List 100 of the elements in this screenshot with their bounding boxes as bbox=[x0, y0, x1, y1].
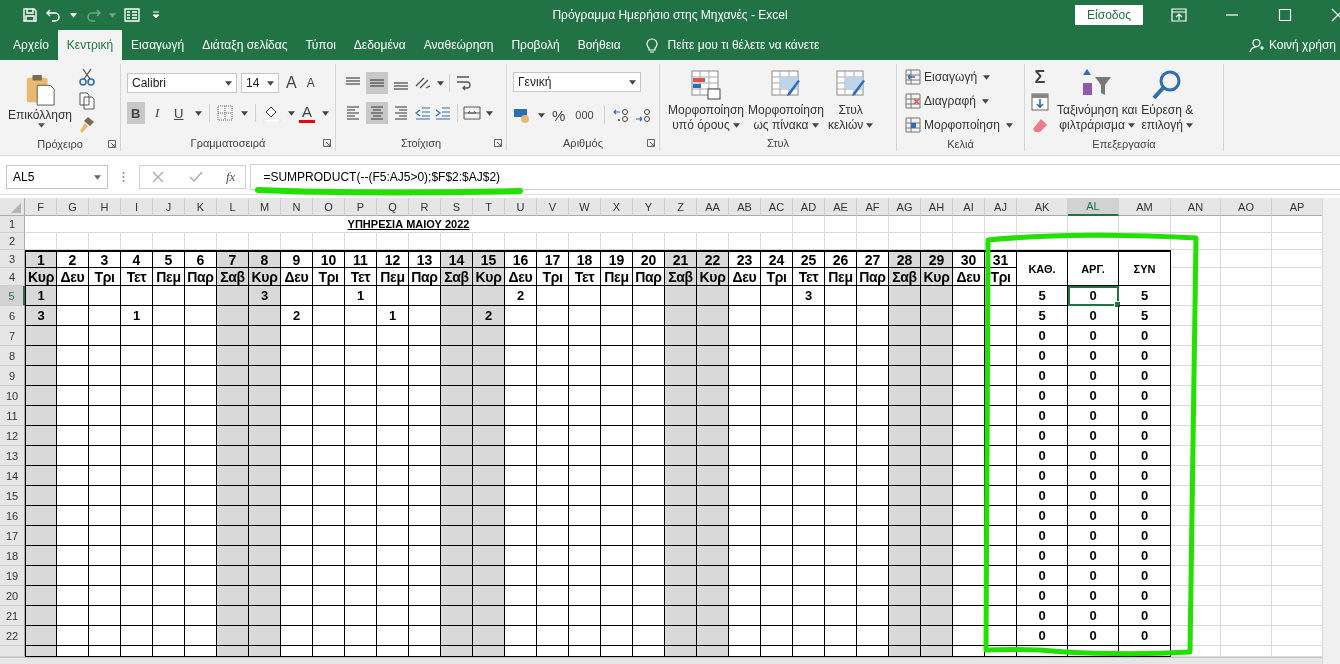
column-header[interactable]: V bbox=[537, 198, 569, 216]
wrap-text-icon[interactable] bbox=[455, 74, 473, 92]
caret-icon[interactable] bbox=[288, 110, 295, 116]
column-header[interactable]: AE bbox=[825, 198, 857, 216]
increase-indent-icon[interactable] bbox=[434, 104, 452, 122]
ribbon-tab[interactable]: Κεντρική bbox=[57, 30, 123, 60]
font-size-field[interactable]: 14 bbox=[241, 73, 279, 93]
editing-button[interactable]: Ταξινόμηση και φιλτράρισμα bbox=[1055, 67, 1140, 135]
row-header[interactable]: 9 bbox=[0, 366, 25, 386]
decrease-decimal-icon[interactable] bbox=[633, 106, 652, 124]
ribbon-tab[interactable]: Αναθεώρηση bbox=[414, 30, 503, 60]
font-color-button[interactable]: A bbox=[299, 103, 315, 123]
editing-button[interactable]: Εύρεση & επιλογή bbox=[1139, 67, 1196, 135]
currency-icon[interactable] bbox=[513, 106, 531, 124]
percent-button[interactable]: % bbox=[549, 104, 569, 126]
row-header[interactable]: 2 bbox=[0, 233, 25, 250]
row-header[interactable]: 19 bbox=[0, 566, 25, 586]
caret-icon[interactable] bbox=[437, 80, 444, 86]
number-format-field[interactable]: Γενική bbox=[513, 72, 641, 92]
column-header[interactable]: Z bbox=[665, 198, 697, 216]
dialog-launcher-icon[interactable] bbox=[494, 139, 502, 147]
column-header[interactable]: AF bbox=[857, 198, 889, 216]
sign-in-button[interactable]: Είσοδος bbox=[1075, 5, 1143, 25]
column-header[interactable]: AM bbox=[1119, 198, 1171, 216]
ribbon-tab[interactable]: Αρχείο bbox=[4, 30, 58, 60]
decrease-font-button[interactable]: A bbox=[303, 72, 318, 94]
styles-button[interactable]: Μορφοποίηση υπό όρους bbox=[666, 66, 746, 135]
cells-button[interactable]: Εισαγωγή bbox=[903, 66, 1018, 88]
thousands-button[interactable]: 000 bbox=[572, 104, 597, 126]
column-header[interactable]: AI bbox=[953, 198, 985, 216]
font-name-field[interactable]: Calibri bbox=[127, 73, 237, 93]
decrease-indent-icon[interactable] bbox=[414, 104, 432, 122]
row-header[interactable]: 6 bbox=[0, 306, 25, 326]
fill-down-icon[interactable] bbox=[1031, 93, 1049, 111]
row-header[interactable]: 14 bbox=[0, 466, 25, 486]
column-header[interactable]: L bbox=[217, 198, 249, 216]
row-header[interactable]: 10 bbox=[0, 386, 25, 406]
form-icon[interactable] bbox=[124, 7, 140, 23]
paste-button[interactable]: Επικόλληση bbox=[6, 72, 74, 130]
row-header[interactable]: 22 bbox=[0, 626, 25, 646]
column-header[interactable]: T bbox=[473, 198, 505, 216]
styles-button[interactable]: Στυλ κελιών bbox=[825, 66, 876, 135]
column-header[interactable]: O bbox=[313, 198, 345, 216]
vertical-align-icon[interactable] bbox=[366, 72, 388, 94]
row-header[interactable]: 5 bbox=[0, 286, 25, 306]
save-icon[interactable] bbox=[22, 7, 38, 23]
column-header[interactable]: X bbox=[601, 198, 633, 216]
ribbon-tab[interactable]: Βοήθεια bbox=[568, 30, 630, 60]
column-header[interactable]: S bbox=[441, 198, 473, 216]
cells-button[interactable]: Μορφοποίηση bbox=[903, 114, 1018, 136]
font-style-button[interactable]: B bbox=[127, 102, 145, 124]
font-style-button[interactable]: U bbox=[170, 102, 188, 124]
column-header[interactable]: AK bbox=[1017, 198, 1068, 216]
caret-icon[interactable] bbox=[241, 110, 249, 116]
dialog-launcher-icon[interactable] bbox=[647, 139, 655, 147]
column-header[interactable]: R bbox=[409, 198, 441, 216]
column-header[interactable]: P bbox=[345, 198, 377, 216]
column-header[interactable]: F bbox=[25, 198, 57, 216]
row-header[interactable]: 3 bbox=[0, 250, 25, 268]
share-button[interactable]: Κοινή χρήση bbox=[1268, 38, 1336, 52]
caret-icon[interactable] bbox=[538, 112, 545, 118]
row-header[interactable]: 4 bbox=[0, 268, 25, 286]
column-header[interactable]: AG bbox=[889, 198, 921, 216]
column-header[interactable]: AO bbox=[1221, 198, 1272, 216]
formula-field[interactable]: =SUMPRODUCT(--(F5:AJ5>0);$F$2:$AJ$2) bbox=[250, 164, 1340, 190]
row-header[interactable]: 16 bbox=[0, 506, 25, 526]
column-header[interactable]: AC bbox=[761, 198, 793, 216]
ribbon-tab[interactable]: Τύποι bbox=[296, 30, 345, 60]
increase-font-button[interactable]: A bbox=[283, 72, 300, 94]
increase-decimal-icon[interactable] bbox=[611, 106, 630, 124]
name-box[interactable]: AL5 bbox=[6, 165, 108, 189]
row-header[interactable]: 8 bbox=[0, 346, 25, 366]
fill-handle[interactable] bbox=[1114, 301, 1121, 308]
column-header[interactable]: I bbox=[121, 198, 153, 216]
close-icon[interactable] bbox=[1330, 7, 1340, 23]
insert-function-button[interactable]: fx bbox=[226, 169, 236, 185]
format-painter-icon[interactable] bbox=[78, 116, 96, 134]
column-header[interactable]: AA bbox=[697, 198, 729, 216]
ribbon-tab[interactable]: Δεδομένα bbox=[344, 30, 415, 60]
column-header[interactable]: AN bbox=[1171, 198, 1221, 216]
row-header[interactable]: 1 bbox=[0, 216, 25, 233]
column-header[interactable]: AJ bbox=[985, 198, 1017, 216]
row-header[interactable]: 21 bbox=[0, 606, 25, 626]
fill-color-icon[interactable] bbox=[263, 104, 281, 122]
ribbon-tab[interactable]: Διάταξη σελίδας bbox=[193, 30, 297, 60]
ribbon-tab[interactable]: Εισαγωγή bbox=[122, 30, 194, 60]
scrollbar[interactable] bbox=[1322, 198, 1340, 664]
column-header[interactable]: W bbox=[569, 198, 601, 216]
row-header[interactable]: 18 bbox=[0, 546, 25, 566]
column-header[interactable]: J bbox=[153, 198, 185, 216]
dialog-launcher-icon[interactable] bbox=[108, 139, 116, 148]
column-header[interactable]: AP bbox=[1272, 198, 1323, 216]
caret-icon[interactable] bbox=[486, 110, 493, 116]
undo-icon[interactable] bbox=[46, 7, 62, 23]
column-header[interactable]: Q bbox=[377, 198, 409, 216]
row-header[interactable]: 13 bbox=[0, 446, 25, 466]
column-header[interactable]: K bbox=[185, 198, 217, 216]
row-header[interactable]: 7 bbox=[0, 326, 25, 346]
column-header[interactable]: G bbox=[57, 198, 89, 216]
column-header[interactable]: U bbox=[505, 198, 537, 216]
